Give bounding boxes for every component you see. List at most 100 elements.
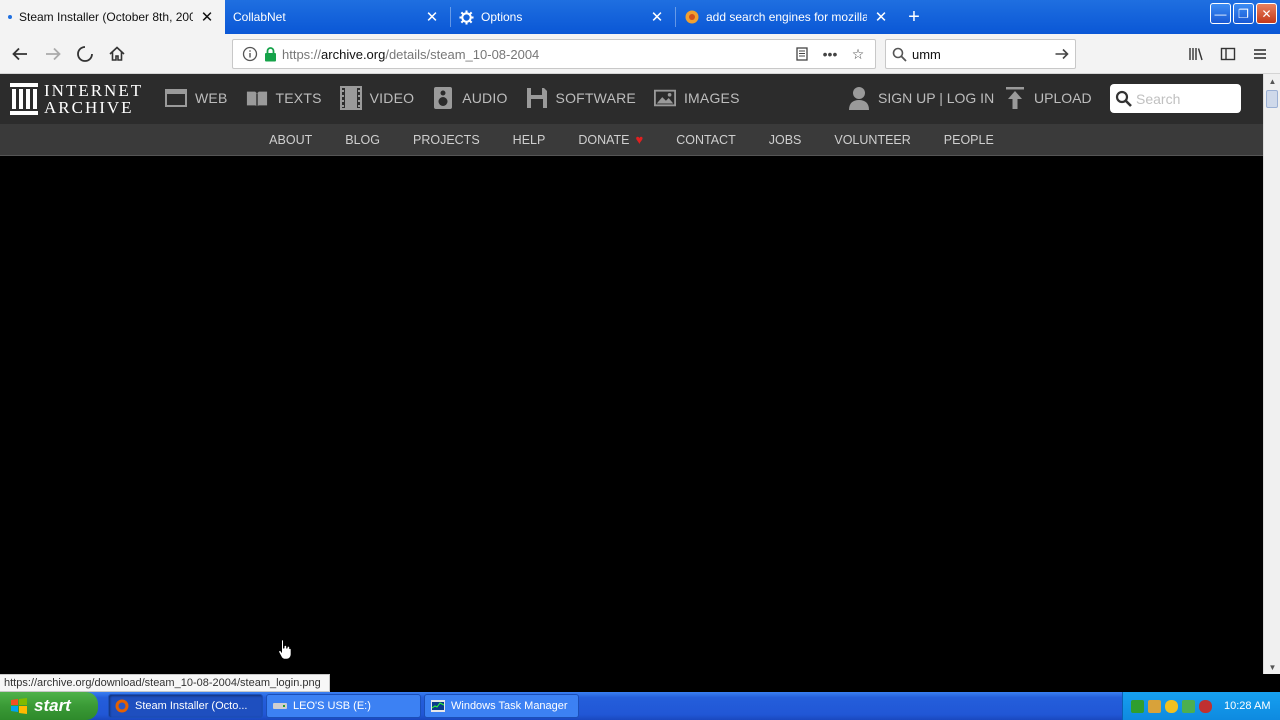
subnav-help[interactable]: HELP: [513, 133, 546, 147]
tab-strip: Steam Installer (October 8th, 200 ✕ Coll…: [0, 0, 1280, 34]
logo-line2: ARCHIVE: [44, 98, 134, 117]
upload-link[interactable]: UPLOAD: [1004, 87, 1092, 109]
tab-collabnet[interactable]: CollabNet ✕: [225, 0, 450, 34]
nav-audio-label: AUDIO: [462, 90, 508, 106]
close-tab-icon[interactable]: ✕: [199, 9, 215, 26]
lock-icon[interactable]: [262, 46, 278, 62]
close-tab-icon[interactable]: ✕: [424, 9, 440, 26]
url-actions: ••• ☆: [791, 43, 869, 65]
sidebar-icon: [1220, 47, 1236, 61]
tab-options[interactable]: Options ✕: [451, 0, 675, 34]
back-button[interactable]: [6, 40, 34, 68]
home-button[interactable]: [103, 40, 131, 68]
stop-loading-button[interactable]: [71, 40, 99, 68]
nav-web[interactable]: WEB: [165, 87, 228, 109]
task-task-manager[interactable]: Windows Task Manager: [424, 694, 579, 718]
search-go-arrow-icon[interactable]: [1049, 46, 1075, 62]
task-label: Steam Installer (Octo...: [135, 700, 248, 712]
start-label: start: [34, 696, 71, 715]
nav-video[interactable]: VIDEO: [339, 86, 415, 110]
sidebar-toggle-button[interactable]: [1216, 42, 1240, 66]
nav-audio[interactable]: AUDIO: [432, 87, 507, 109]
media-viewer-area[interactable]: [0, 157, 1263, 674]
url-host: archive.org: [321, 46, 386, 62]
bookmark-star-icon[interactable]: ☆: [847, 43, 869, 65]
task-label: LEO'S USB (E:): [293, 700, 371, 712]
addons-favicon-icon: [684, 10, 699, 25]
close-tab-icon[interactable]: ✕: [873, 9, 889, 26]
windows-taskbar: start Steam Installer (Octo... LEO'S USB…: [0, 692, 1280, 720]
sign-up-login-link[interactable]: SIGN UP | LOG IN: [848, 87, 995, 110]
tray-green-icon[interactable]: [1131, 699, 1144, 713]
taskbar-tasks: Steam Installer (Octo... LEO'S USB (E:) …: [108, 694, 579, 718]
web-icon: [165, 87, 187, 109]
tray-network-icon[interactable]: [1148, 699, 1161, 713]
internet-archive-logo[interactable]: INTERNET ARCHIVE: [10, 82, 143, 116]
forward-button[interactable]: [39, 40, 67, 68]
scroll-thumb[interactable]: [1266, 90, 1278, 108]
subnav-contact[interactable]: CONTACT: [676, 133, 736, 147]
logo-wordmark: INTERNET ARCHIVE: [44, 82, 143, 116]
window-controls: — ❐ ✕: [1210, 3, 1277, 24]
scroll-up-arrow-icon[interactable]: ▲: [1264, 74, 1280, 88]
browser-search-bar[interactable]: [885, 39, 1076, 69]
tab-label: CollabNet: [233, 10, 286, 24]
book-icon: [246, 87, 268, 109]
subnav-volunteer[interactable]: VOLUNTEER: [834, 133, 910, 147]
ia-header: INTERNET ARCHIVE WEB TEXTS VIDEO AUDIO S…: [0, 74, 1263, 124]
task-firefox[interactable]: Steam Installer (Octo...: [108, 694, 263, 718]
web-page: INTERNET ARCHIVE WEB TEXTS VIDEO AUDIO S…: [0, 74, 1263, 674]
subnav-projects[interactable]: PROJECTS: [413, 133, 480, 147]
tray-security-icon[interactable]: [1199, 699, 1212, 713]
back-arrow-icon: [12, 47, 27, 61]
film-icon: [339, 86, 362, 110]
sign-up-login-label: SIGN UP | LOG IN: [878, 90, 995, 106]
nav-software-label: SOFTWARE: [555, 90, 636, 106]
tab-steam-installer[interactable]: Steam Installer (October 8th, 200 ✕: [0, 0, 225, 34]
subnav-donate[interactable]: DONATE ♥: [578, 132, 643, 147]
start-button[interactable]: start: [0, 692, 98, 720]
page-actions-icon[interactable]: •••: [819, 43, 841, 65]
logo-line1: INTERNET: [44, 81, 144, 100]
site-search[interactable]: [1110, 84, 1241, 113]
subnav-blog[interactable]: BLOG: [345, 133, 380, 147]
close-tab-icon[interactable]: ✕: [649, 9, 665, 26]
url-text[interactable]: https://archive.org/details/steam_10-08-…: [282, 47, 791, 62]
forward-arrow-icon: [46, 47, 61, 61]
library-button[interactable]: [1184, 42, 1208, 66]
vertical-scrollbar[interactable]: ▲ ▼: [1263, 74, 1280, 674]
url-bar[interactable]: https://archive.org/details/steam_10-08-…: [232, 39, 876, 69]
maximize-button[interactable]: ❐: [1233, 3, 1254, 24]
tray-shield-icon[interactable]: [1165, 699, 1178, 713]
heart-icon: ♥: [635, 132, 644, 147]
nav-software[interactable]: SOFTWARE: [526, 87, 636, 109]
reader-view-icon[interactable]: [791, 43, 813, 65]
drive-icon: [273, 703, 287, 709]
search-icon: [886, 47, 912, 62]
upload-icon: [1004, 87, 1026, 109]
scroll-down-arrow-icon[interactable]: ▼: [1264, 660, 1280, 674]
image-icon: [653, 87, 676, 109]
tray-update-icon[interactable]: [1182, 699, 1195, 713]
minimize-button[interactable]: —: [1210, 3, 1231, 24]
subnav-about[interactable]: ABOUT: [269, 133, 312, 147]
nav-web-label: WEB: [195, 90, 228, 106]
subnav-jobs[interactable]: JOBS: [769, 133, 802, 147]
hand-cursor-icon: [278, 639, 292, 660]
info-icon[interactable]: [238, 42, 262, 66]
site-search-input[interactable]: [1136, 90, 1232, 107]
nav-texts[interactable]: TEXTS: [246, 87, 322, 109]
new-tab-button[interactable]: +: [899, 0, 929, 34]
subnav-people[interactable]: PEOPLE: [944, 133, 994, 147]
taskbar-clock[interactable]: 10:28 AM: [1224, 700, 1270, 712]
tab-label: Options: [481, 10, 523, 24]
task-label: Windows Task Manager: [451, 700, 568, 712]
task-usb-drive[interactable]: LEO'S USB (E:): [266, 694, 421, 718]
close-window-button[interactable]: ✕: [1256, 3, 1277, 24]
browser-search-input[interactable]: [912, 46, 1049, 62]
upload-label: UPLOAD: [1034, 90, 1092, 106]
nav-images[interactable]: IMAGES: [653, 87, 740, 109]
menu-button[interactable]: [1248, 42, 1272, 66]
media-nav: WEB TEXTS VIDEO AUDIO SOFTWARE IMAGES: [165, 86, 740, 110]
tab-add-search-engines[interactable]: add search engines for mozilla at ✕: [676, 0, 899, 34]
